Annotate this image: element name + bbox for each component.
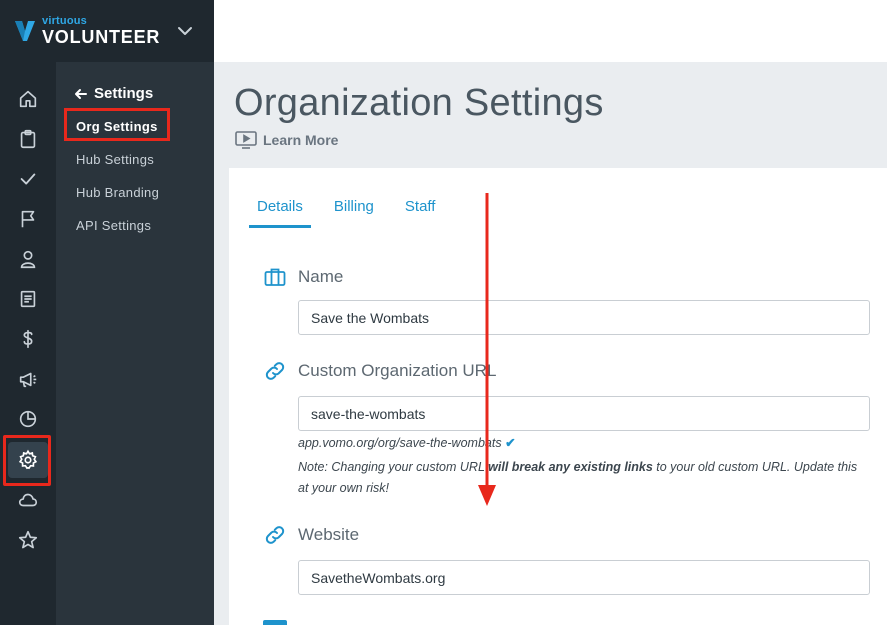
- dollar-icon: [23, 329, 33, 349]
- main-content: Organization Settings Learn More Details…: [214, 62, 887, 625]
- gear-icon: [18, 449, 38, 470]
- clipboard-icon: [20, 129, 36, 149]
- rail-star[interactable]: [8, 522, 48, 558]
- virtuous-logo-icon: [15, 21, 35, 41]
- chevron-down-icon[interactable]: [176, 22, 194, 40]
- arrow-left-icon: [75, 88, 87, 99]
- name-label-text: Name: [298, 267, 344, 286]
- rail-cloud[interactable]: [8, 482, 48, 518]
- rail-person[interactable]: [8, 241, 48, 277]
- link-icon: [265, 526, 285, 544]
- subnav-item-org-settings[interactable]: Org Settings: [64, 108, 170, 141]
- email-icon: [263, 620, 287, 625]
- learn-more-link[interactable]: Learn More: [235, 131, 338, 149]
- document-icon: [20, 290, 36, 308]
- flag-icon: [21, 210, 35, 228]
- note-prefix: Note: Changing your custom URL: [298, 460, 489, 474]
- website-label-text: Website: [298, 525, 360, 544]
- rail-settings[interactable]: [3, 435, 51, 486]
- tab-details[interactable]: Details: [249, 198, 311, 228]
- check-icon: [20, 173, 36, 185]
- tab-billing[interactable]: Billing: [326, 198, 382, 228]
- website-label: Website: [263, 523, 359, 547]
- cloud-icon: [18, 493, 38, 507]
- website-input[interactable]: SavetheWombats.org: [298, 560, 870, 595]
- annotation-arrow-icon: [478, 193, 496, 506]
- icon-rail: [0, 62, 56, 625]
- learn-more-label: Learn More: [263, 132, 339, 148]
- rail-check[interactable]: [8, 161, 48, 197]
- brand-small-text: virtuous: [42, 15, 87, 27]
- subnav-item-api-settings[interactable]: API Settings: [76, 218, 151, 233]
- custom-url-preview-text: app.vomo.org/org/save-the-wombats: [298, 436, 502, 450]
- rail-clipboard[interactable]: [8, 121, 48, 157]
- tab-staff[interactable]: Staff: [397, 198, 444, 228]
- subnav-item-hub-settings[interactable]: Hub Settings: [76, 152, 154, 167]
- page-title: Organization Settings: [234, 82, 604, 124]
- rail-document[interactable]: [8, 281, 48, 317]
- person-icon: [20, 250, 36, 269]
- custom-url-note: Note: Changing your custom URL will brea…: [298, 457, 868, 499]
- pie-chart-icon: [19, 410, 37, 428]
- tab-bar: Details Billing Staff: [249, 198, 458, 228]
- brand-big-text: VOLUNTEER: [42, 27, 161, 47]
- rail-megaphone[interactable]: [8, 361, 48, 397]
- checkmark-icon: ✔: [505, 436, 516, 450]
- custom-url-label: Custom Organization URL: [263, 359, 496, 383]
- custom-url-label-text: Custom Organization URL: [298, 361, 497, 380]
- name-label: Name: [263, 265, 343, 289]
- rail-reports[interactable]: [8, 401, 48, 437]
- custom-url-input[interactable]: save-the-wombats: [298, 396, 870, 431]
- link-icon: [265, 362, 285, 380]
- settings-back-link[interactable]: Settings: [74, 85, 153, 102]
- rail-home[interactable]: [8, 81, 48, 117]
- star-icon: [18, 530, 38, 549]
- video-icon: [235, 131, 257, 149]
- home-icon: [19, 90, 37, 108]
- subnav-item-hub-branding[interactable]: Hub Branding: [76, 185, 159, 200]
- megaphone-icon: [19, 372, 37, 388]
- briefcase-icon: [264, 268, 286, 286]
- name-input[interactable]: Save the Wombats: [298, 300, 870, 335]
- rail-dollar[interactable]: [8, 321, 48, 357]
- top-bar: [214, 0, 887, 62]
- settings-subnav: Settings Org Settings Hub Settings Hub B…: [56, 62, 214, 625]
- settings-back-label: Settings: [94, 85, 154, 102]
- brand-wordmark: virtuous VOLUNTEER: [42, 15, 161, 47]
- note-bold: will break any existing links: [488, 460, 653, 474]
- rail-flag[interactable]: [8, 201, 48, 237]
- settings-card: Details Billing Staff Name Save the Womb…: [229, 168, 887, 625]
- brand-bar: virtuous VOLUNTEER: [0, 0, 214, 62]
